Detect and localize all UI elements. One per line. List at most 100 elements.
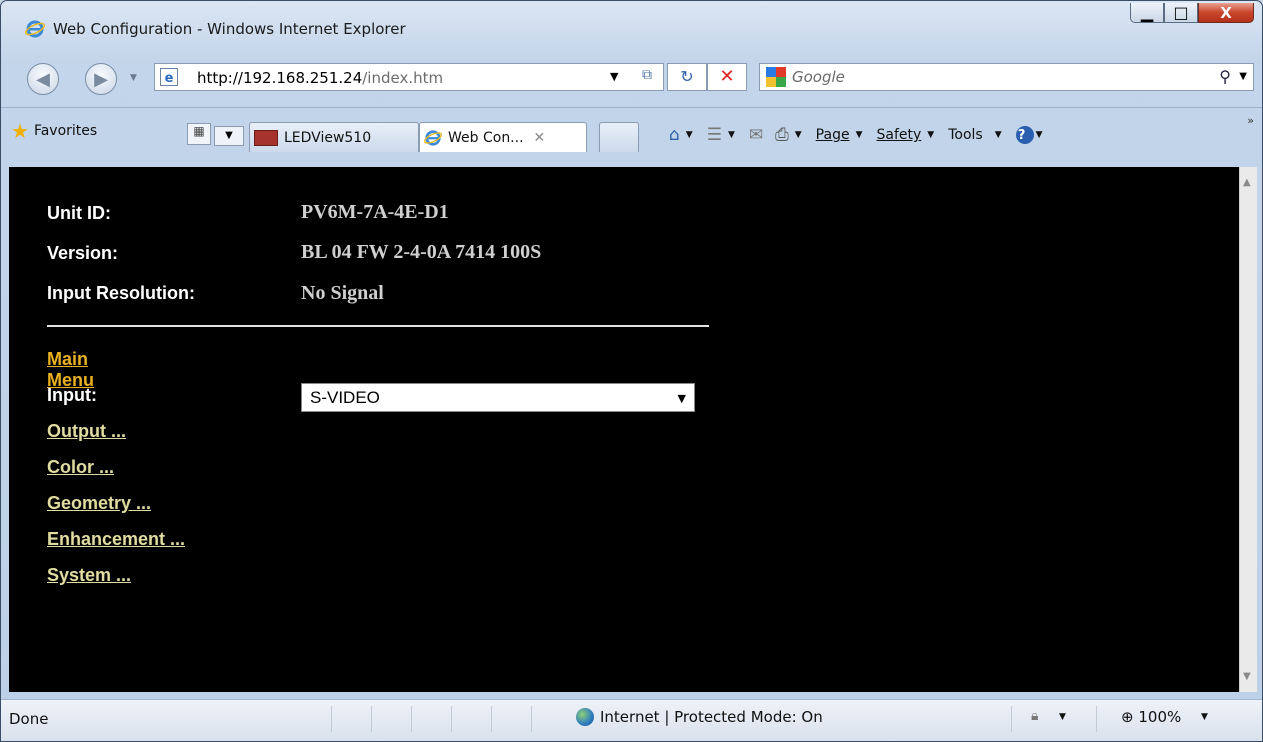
recent-pages-dropdown-icon[interactable]: ▼ — [130, 73, 137, 83]
page-content: Unit ID: PV6M-7A-4E-D1 Version: BL 04 FW… — [9, 167, 1239, 692]
safety-dropdown-icon[interactable]: ▼ — [927, 130, 934, 140]
stop-icon: ✕ — [719, 66, 735, 87]
browser-window: Web Configuration - Windows Internet Exp… — [0, 0, 1263, 742]
print-dropdown-icon[interactable]: ▼ — [795, 130, 802, 140]
home-icon[interactable]: ⌂ — [669, 125, 680, 145]
protected-mode-dropdown-icon[interactable]: ▼ — [1059, 712, 1066, 722]
maximize-button[interactable]: □ — [1164, 3, 1198, 23]
tab-close-icon[interactable]: ✕ — [534, 130, 546, 146]
mail-icon[interactable]: ✉ — [749, 125, 763, 145]
page-dropdown-icon[interactable]: ▼ — [856, 130, 863, 140]
status-divider — [491, 706, 492, 732]
search-dropdown-icon[interactable]: ▼ — [1239, 71, 1247, 82]
status-text: Done — [9, 710, 49, 728]
favorites-label: Favorites — [33, 123, 98, 139]
input-resolution-value: No Signal — [301, 282, 384, 304]
status-divider — [411, 706, 412, 732]
tab-label: LEDView510 — [284, 129, 372, 146]
forward-button[interactable]: ▶ — [85, 63, 117, 95]
status-bar: Done Internet | Protected Mode: On 🔒︎ ▼ … — [1, 699, 1262, 741]
scroll-up-icon[interactable]: ▲ — [1243, 177, 1251, 188]
geometry-link[interactable]: Geometry ... — [47, 493, 151, 514]
address-dropdown-icon[interactable]: ▼ — [610, 70, 618, 83]
address-text[interactable]: http://192.168.251.24/index.htm — [197, 69, 443, 87]
more-tools-chevron-icon[interactable]: » — [1247, 114, 1254, 127]
address-host: http://192.168.251.24 — [197, 69, 363, 87]
navigation-bar: ◀ ▶ ▼ e http://192.168.251.24/index.htm … — [1, 59, 1262, 99]
refresh-icon: ↻ — [680, 67, 694, 86]
chevron-down-icon: ▼ — [677, 392, 686, 405]
tools-menu-label: Tools — [948, 127, 983, 143]
search-icon[interactable]: ⚲ — [1219, 67, 1231, 86]
quick-tabs-icon: ▦ — [193, 124, 205, 138]
home-dropdown-icon[interactable]: ▼ — [686, 130, 693, 140]
forward-arrow-icon: ▶ — [94, 68, 108, 90]
safety-menu-label: Safety — [876, 127, 922, 143]
divider — [47, 325, 709, 327]
system-link[interactable]: System ... — [47, 565, 131, 586]
zoom-icon: ⊕ — [1121, 708, 1134, 726]
favorites-button[interactable]: ★ Favorites — [11, 118, 97, 144]
page-menu-label: Page — [815, 127, 850, 143]
status-divider — [451, 706, 452, 732]
tools-menu[interactable]: Tools — [948, 127, 989, 143]
back-button[interactable]: ◀ — [27, 63, 59, 95]
feeds-dropdown-icon[interactable]: ▼ — [728, 130, 735, 140]
close-button[interactable]: X — [1198, 3, 1254, 23]
version-value: BL 04 FW 2-4-0A 7414 100S — [301, 241, 542, 263]
tab-list-button[interactable]: ▼ — [214, 126, 244, 146]
unit-id-value: PV6M-7A-4E-D1 — [301, 201, 449, 223]
minimize-button[interactable]: ▁ — [1130, 3, 1164, 23]
print-icon[interactable]: ⎙ — [775, 125, 789, 145]
help-glyph: ? — [1017, 127, 1026, 143]
zoom-value: 100% — [1138, 708, 1182, 726]
vertical-scrollbar[interactable]: ▲ ▼ — [1239, 167, 1257, 692]
address-path: /index.htm — [362, 69, 444, 87]
zoom-dropdown-icon[interactable]: ▼ — [1201, 712, 1208, 722]
refresh-button[interactable]: ↻ — [667, 63, 707, 91]
tools-dropdown-icon[interactable]: ▼ — [995, 130, 1002, 140]
new-tab-button[interactable] — [599, 122, 639, 152]
unit-id-label: Unit ID: — [47, 203, 111, 223]
favorites-star-icon: ★ — [11, 119, 29, 143]
safety-menu[interactable]: Safety — [877, 127, 922, 143]
quick-tabs-button[interactable]: ▦ — [187, 123, 211, 145]
enhancement-link[interactable]: Enhancement ... — [47, 529, 185, 550]
input-select[interactable]: S-VIDEO ▼ — [301, 383, 695, 412]
ie-favicon-icon — [424, 129, 442, 146]
page-menu[interactable]: Page — [816, 127, 850, 143]
compatibility-view-icon[interactable]: ⧉ — [637, 67, 657, 87]
help-icon[interactable]: ? — [1015, 126, 1034, 144]
svg-text:e: e — [165, 71, 174, 86]
close-icon: X — [1220, 3, 1232, 22]
tab-web-configuration[interactable]: Web Con... ✕ — [419, 122, 587, 152]
minimize-icon: ▁ — [1140, 3, 1154, 22]
help-dropdown-icon[interactable]: ▼ — [1036, 130, 1043, 140]
status-divider — [1096, 706, 1097, 732]
input-resolution-label: Input Resolution: — [47, 283, 195, 303]
status-divider — [531, 706, 532, 732]
search-input[interactable]: Google — [792, 68, 845, 86]
color-link[interactable]: Color ... — [47, 457, 114, 478]
window-title: Web Configuration - Windows Internet Exp… — [53, 20, 406, 38]
tab-label: Web Con... — [448, 129, 524, 146]
scroll-down-icon[interactable]: ▼ — [1243, 671, 1251, 682]
zoom-level[interactable]: ⊕ 100% — [1121, 708, 1181, 726]
version-label: Version: — [47, 243, 119, 263]
protected-mode-icon[interactable]: 🔒︎ — [1031, 708, 1038, 724]
address-bar[interactable]: e http://192.168.251.24/index.htm ▼ ⧉ — [154, 63, 664, 91]
tab-ledview510[interactable]: LEDView510 — [249, 122, 419, 152]
command-bar: ★ Favorites ▦ ▼ LEDView510 Web Con... ✕ … — [1, 107, 1262, 170]
search-box[interactable]: Google ⚲ ▼ — [759, 63, 1254, 91]
status-divider — [371, 706, 372, 732]
feeds-icon[interactable]: ☰ — [707, 125, 722, 145]
zone-text: Internet | Protected Mode: On — [600, 708, 823, 726]
ie-logo-icon — [25, 20, 45, 38]
tab-list-dropdown-icon: ▼ — [225, 130, 233, 141]
output-link[interactable]: Output ... — [47, 421, 126, 442]
maximize-icon: □ — [1173, 3, 1189, 22]
security-zone[interactable]: Internet | Protected Mode: On — [576, 708, 823, 726]
stop-button[interactable]: ✕ — [707, 63, 747, 91]
page-ie-icon: e — [160, 68, 178, 86]
ledview-favicon-icon — [254, 129, 278, 146]
